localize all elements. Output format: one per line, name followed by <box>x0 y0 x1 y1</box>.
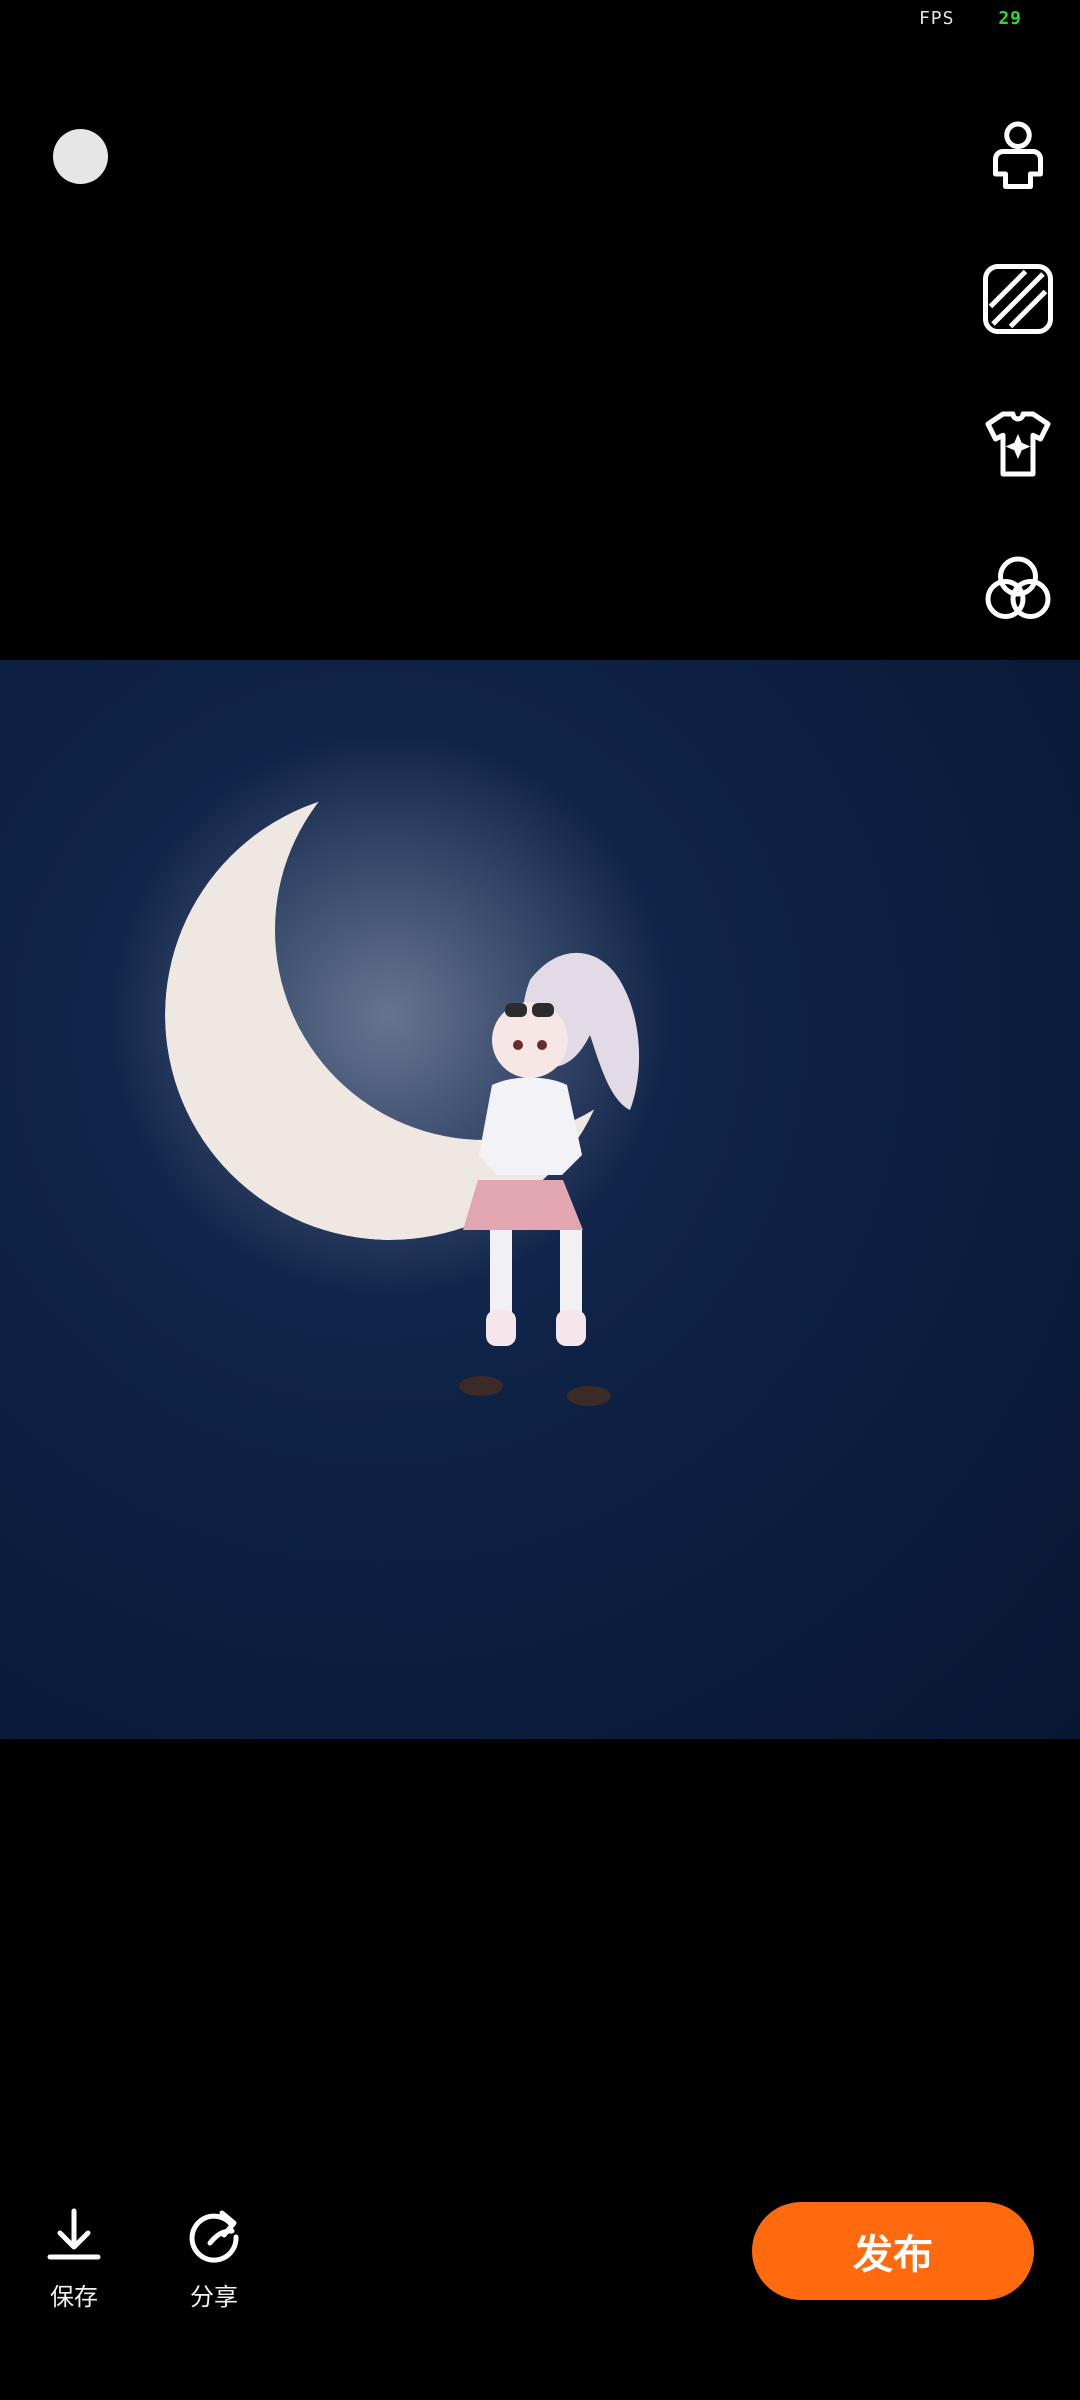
publish-label: 发布 <box>853 2232 933 2278</box>
outfit-tool-button[interactable] <box>974 400 1062 488</box>
publish-button[interactable]: 发布 <box>752 2202 1034 2300</box>
avatar-tool-button[interactable] <box>974 110 1062 198</box>
save-label: 保存 <box>50 2283 98 2311</box>
download-icon <box>47 2208 101 2260</box>
fps-indicator: FPS 29 <box>919 8 1022 29</box>
background-tool-button[interactable] <box>974 255 1062 343</box>
share-button[interactable]: 分享 <box>174 2205 254 2312</box>
background-icon <box>983 264 1053 334</box>
share-icon <box>189 2210 239 2263</box>
fps-value: 29 <box>998 8 1022 29</box>
scene-illustration <box>110 735 670 1406</box>
filter-tool-button[interactable] <box>974 545 1062 633</box>
outfit-icon <box>985 411 1051 477</box>
save-button[interactable]: 保存 <box>34 2205 114 2312</box>
person-icon <box>993 121 1043 189</box>
preview-canvas <box>0 660 1080 1739</box>
fps-label: FPS <box>918 8 955 29</box>
circle-button[interactable] <box>53 129 108 184</box>
share-label: 分享 <box>190 2283 238 2311</box>
filter-icon <box>985 556 1051 619</box>
